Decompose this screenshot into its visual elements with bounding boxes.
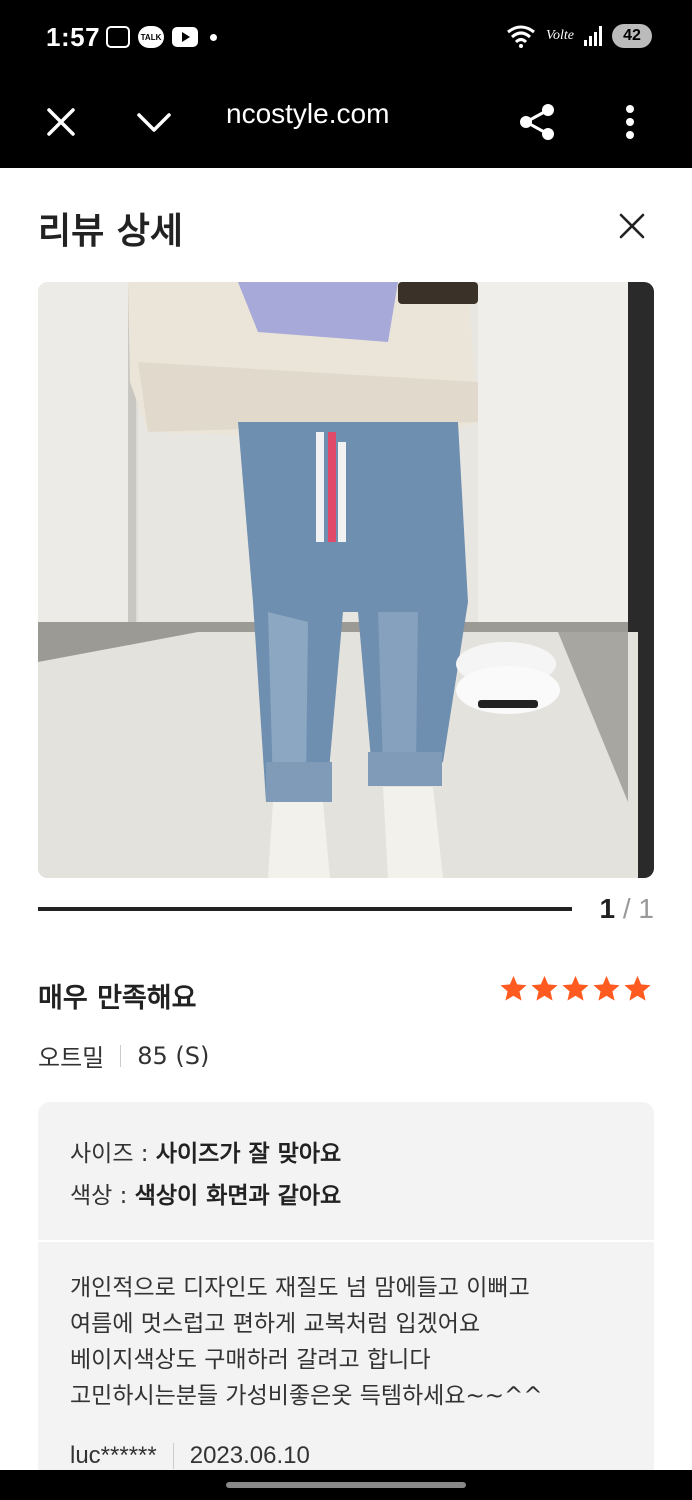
- kakaotalk-icon: TALK: [138, 26, 164, 48]
- home-handle[interactable]: [226, 1482, 466, 1488]
- star-icon: [562, 975, 589, 1001]
- review-author: luc******: [70, 1442, 157, 1469]
- star-icon: [531, 975, 558, 1001]
- gallery-page-indicator: 1 / 1: [600, 893, 655, 925]
- review-title: 매우 만족해요: [38, 983, 197, 1014]
- review-body-line: 여름에 멋스럽고 편하게 교복처럼 입겠어요: [70, 1311, 481, 1337]
- purchase-option: 오트밀 85 (S): [38, 1038, 209, 1073]
- more-vertical-icon: [626, 105, 634, 139]
- gallery-total-pages: / 1: [615, 893, 654, 924]
- evaluation-size: 사이즈 : 사이즈가 잘 맞아요: [70, 1134, 341, 1168]
- browser-toolbar: ncostyle.com: [0, 76, 692, 168]
- review-body-line: 고민하시는분들 가성비좋은옷 득템하세요~~^^: [70, 1383, 543, 1409]
- review-date: 2023.06.10: [189, 1442, 310, 1469]
- evaluation-label: 사이즈 :: [70, 1141, 156, 1167]
- review-close-button[interactable]: [612, 206, 652, 246]
- battery-indicator: 42: [612, 24, 652, 48]
- more-menu-button[interactable]: [602, 94, 658, 150]
- chevron-down-icon: [137, 113, 171, 132]
- review-body-line: 개인적으로 디자인도 재질도 넘 맘에들고 이뻐고: [70, 1275, 530, 1301]
- star-icon: [500, 975, 527, 1001]
- review-photo-image: [38, 282, 654, 878]
- close-icon: [47, 108, 75, 136]
- star-icon: [624, 975, 651, 1001]
- box-divider: [38, 1240, 654, 1242]
- status-time: 1:57: [46, 22, 101, 52]
- review-body-line: 베이지색상도 구매하러 갈려고 합니다: [70, 1347, 431, 1373]
- close-icon: [619, 213, 645, 239]
- option-color: 오트밀: [38, 1044, 105, 1072]
- page-title: 리뷰 상세: [38, 211, 184, 252]
- option-divider: [120, 1044, 122, 1067]
- option-size: 85 (S): [137, 1041, 210, 1070]
- browser-collapse-button[interactable]: [126, 94, 182, 150]
- share-button[interactable]: [510, 94, 566, 150]
- review-detail-header: 리뷰 상세: [0, 168, 692, 280]
- evaluation-color: 색상 : 색상이 화면과 같아요: [70, 1176, 341, 1210]
- signal-icon: [584, 26, 602, 46]
- gallery-progress-bar: [38, 907, 572, 911]
- review-body: 개인적으로 디자인도 재질도 넘 맘에들고 이뻐고 여름에 멋스럽고 편하게 교…: [70, 1270, 543, 1414]
- review-photo[interactable]: [38, 282, 654, 878]
- browser-close-button[interactable]: [33, 94, 89, 150]
- evaluation-label: 색상 :: [70, 1183, 135, 1209]
- wifi-icon: [507, 25, 535, 48]
- review-meta: luc****** 2023.06.10: [70, 1442, 310, 1470]
- star-icon: [593, 975, 620, 1001]
- meta-divider: [172, 1443, 174, 1469]
- evaluation-value: 색상이 화면과 같아요: [134, 1183, 342, 1209]
- screenshot-icon: [106, 26, 130, 48]
- system-icons: Volte 42: [506, 24, 652, 48]
- more-notifications-icon: [210, 33, 217, 41]
- url-bar[interactable]: ncostyle.com: [226, 98, 389, 130]
- evaluation-value: 사이즈가 잘 맞아요: [155, 1141, 342, 1167]
- status-bar: 1:57 TALK Volte 42: [0, 0, 692, 76]
- volte-indicator: Volte: [546, 28, 574, 43]
- gesture-nav-bar: [0, 1470, 692, 1500]
- youtube-icon: [172, 27, 198, 47]
- gallery-current-page: 1: [599, 893, 616, 924]
- star-rating: [499, 974, 652, 1003]
- notification-icons: TALK: [106, 26, 217, 48]
- share-icon: [520, 104, 554, 140]
- review-content-box: 사이즈 : 사이즈가 잘 맞아요 색상 : 색상이 화면과 같아요 개인적으로 …: [38, 1102, 654, 1500]
